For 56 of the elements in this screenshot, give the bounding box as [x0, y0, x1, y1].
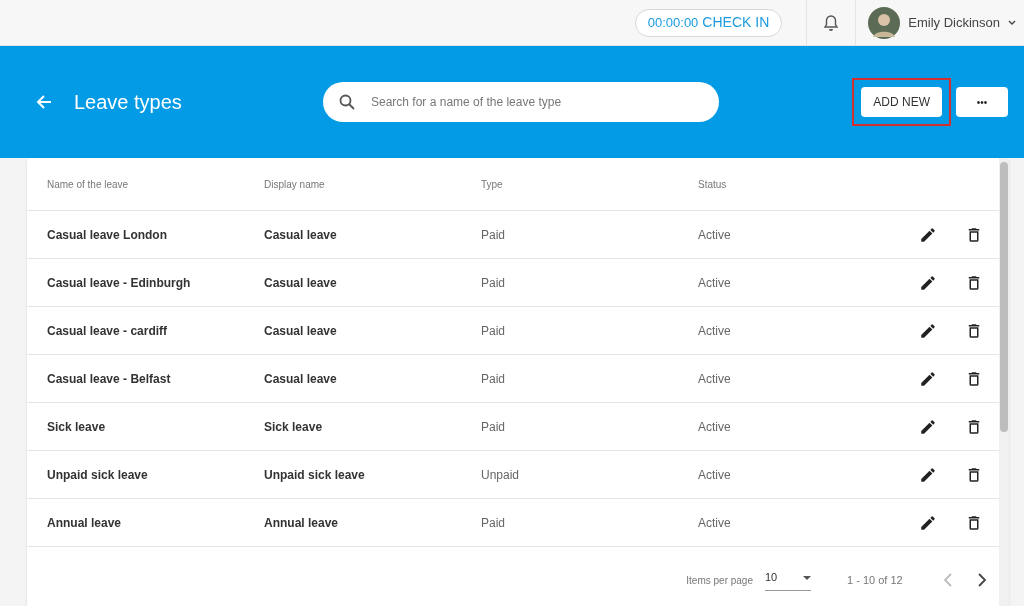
table-cell-text: Casual leave - Edinburgh: [47, 274, 192, 292]
edit-icon[interactable]: [919, 321, 937, 340]
avatar[interactable]: [868, 6, 901, 39]
table-cell-text: Casual leave: [264, 274, 338, 292]
table-cell-text: Casual leave - Belfast: [47, 370, 172, 388]
page-range: 1 - 10 of 12: [847, 572, 904, 588]
table-cell-text: Casual leave - cardiff: [47, 322, 169, 340]
table-cell-text: Paid: [481, 370, 507, 388]
table-cell-text: Unpaid sick leave: [47, 466, 149, 484]
table-cell-text: Casual leave London: [47, 226, 169, 244]
table-cell-text: Paid: [481, 226, 507, 244]
add-new-button[interactable]: ADD NEW: [861, 87, 942, 117]
table-cell-text: Active: [698, 514, 732, 532]
table-cell-text: Casual leave: [264, 322, 338, 340]
table-cell-text: Unpaid: [481, 466, 521, 484]
more-button[interactable]: •••: [956, 87, 1008, 117]
table-cell-text: Active: [698, 418, 732, 436]
column-header: Name of the leave: [47, 177, 130, 192]
next-page-icon[interactable]: [977, 573, 987, 587]
table-cell-text: Annual leave: [47, 514, 123, 532]
edit-icon[interactable]: [919, 369, 937, 388]
table-cell-text: Active: [698, 274, 732, 292]
timer: 00:00:00: [647, 13, 699, 32]
edit-icon[interactable]: [919, 417, 937, 436]
table-cell-text: Annual leave: [264, 514, 340, 532]
table-cell-text: Paid: [481, 322, 507, 340]
column-header: Display name: [264, 177, 326, 192]
table-cell-text: Active: [698, 370, 732, 388]
table-cell-text: Sick leave: [47, 418, 107, 436]
column-header: Status: [698, 177, 728, 192]
edit-icon[interactable]: [919, 513, 937, 532]
table-cell-text: Casual leave: [264, 226, 338, 244]
chevron-down-icon[interactable]: [1008, 19, 1016, 26]
user-name[interactable]: Emily Dickinson: [908, 12, 1000, 33]
table-cell-text: Paid: [481, 274, 507, 292]
table-cell-text: Active: [698, 322, 732, 340]
table-cell-text: Active: [698, 466, 732, 484]
search-icon: [339, 94, 355, 110]
table-cell-text: Unpaid sick leave: [264, 466, 366, 484]
table-cell-text: Sick leave: [264, 418, 324, 436]
bell-icon[interactable]: [823, 13, 840, 32]
table-cell-text: Paid: [481, 514, 507, 532]
page-title: Leave types: [74, 90, 183, 115]
table-cell-text: Paid: [481, 418, 507, 436]
check-in-label: CHECK IN: [702, 13, 770, 32]
search-field[interactable]: Search for a name of the leave type: [323, 82, 719, 122]
column-header: Type: [481, 177, 504, 192]
back-arrow-icon[interactable]: [36, 94, 52, 110]
edit-icon[interactable]: [919, 225, 937, 244]
table-cell-text: Active: [698, 226, 732, 244]
items-per-page-select[interactable]: 10: [765, 569, 811, 591]
items-per-page-label: Items per page: [686, 573, 753, 588]
table-cell-text: Casual leave: [264, 370, 338, 388]
dropdown-caret-icon: [803, 575, 811, 580]
edit-icon[interactable]: [919, 273, 937, 292]
edit-icon[interactable]: [919, 465, 937, 484]
